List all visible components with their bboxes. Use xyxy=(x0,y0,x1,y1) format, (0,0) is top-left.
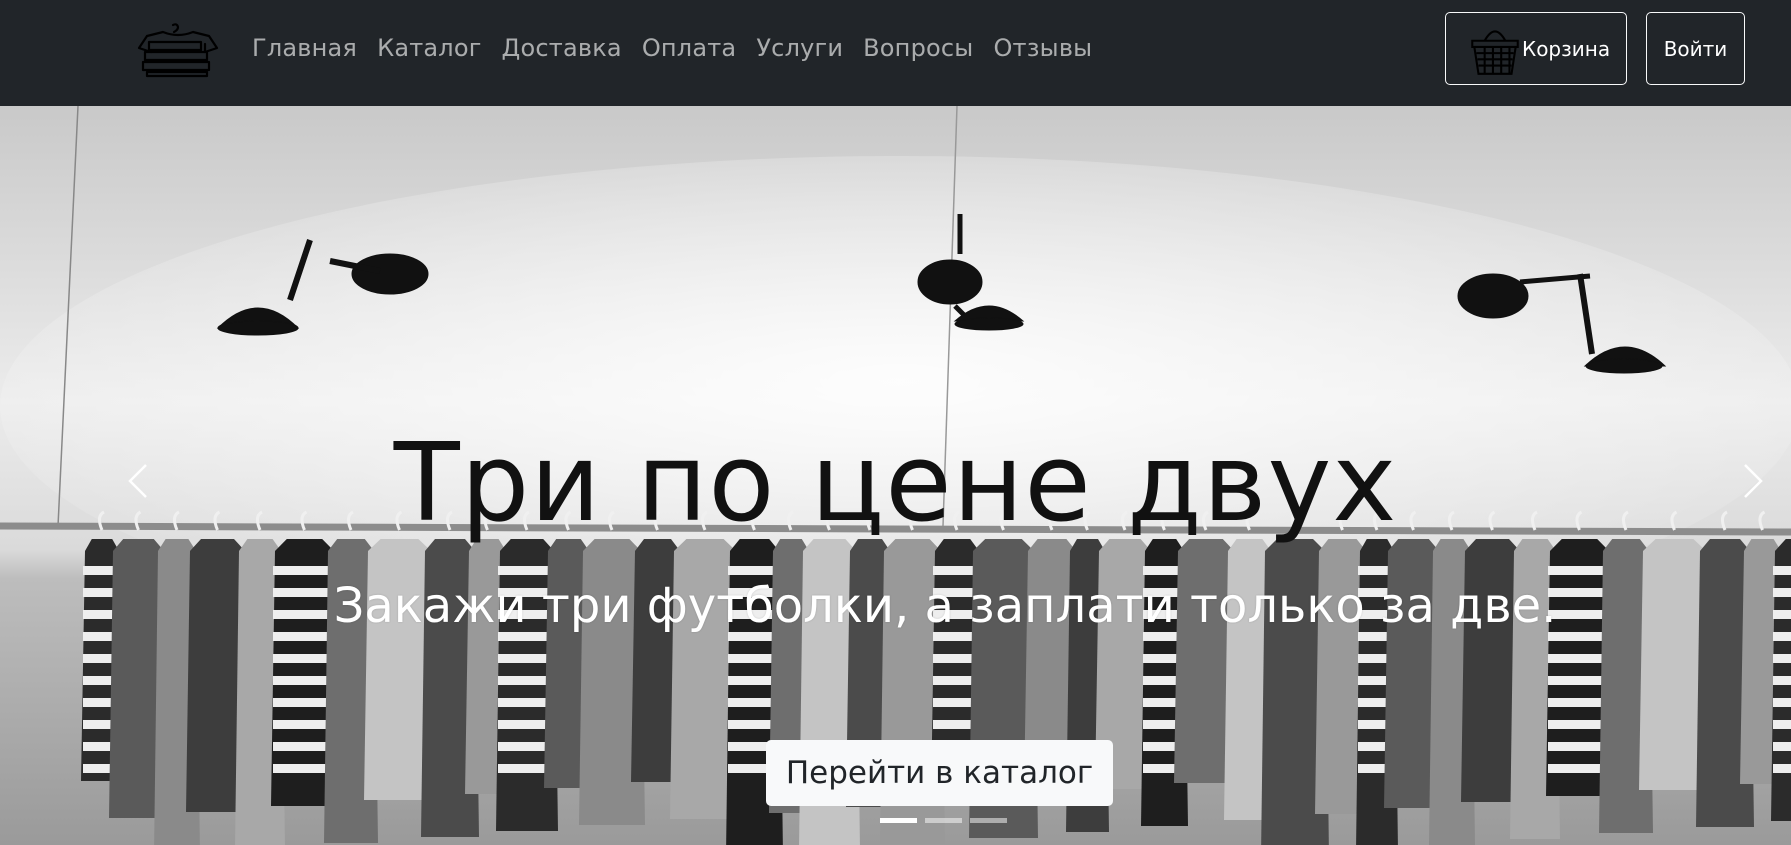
cart-button[interactable]: Корзина xyxy=(1445,12,1627,85)
carousel-indicators xyxy=(880,818,1007,823)
nav-links: Главная Каталог Доставка Оплата Услуги В… xyxy=(252,30,1102,66)
nav-link-payment[interactable]: Оплата xyxy=(632,30,747,66)
carousel-indicator[interactable] xyxy=(970,818,1007,823)
navbar: Главная Каталог Доставка Оплата Услуги В… xyxy=(0,0,1791,106)
hero-text: Закажи три футболки, а заплати только за… xyxy=(333,578,1557,634)
nav-link-delivery[interactable]: Доставка xyxy=(492,30,632,66)
hero-carousel: Три по цене двух Закажи три футболки, а … xyxy=(0,106,1791,845)
go-to-catalog-button[interactable]: Перейти в каталог xyxy=(766,740,1113,806)
nav-link-home[interactable]: Главная xyxy=(252,30,367,66)
basket-icon xyxy=(1471,29,1519,75)
login-button[interactable]: Войти xyxy=(1646,12,1745,85)
hero-title: Три по цене двух xyxy=(393,421,1398,546)
nav-link-faq[interactable]: Вопросы xyxy=(853,30,983,66)
nav-link-reviews[interactable]: Отзывы xyxy=(983,30,1102,66)
carousel-indicator[interactable] xyxy=(880,818,917,823)
carousel-indicator[interactable] xyxy=(925,818,962,823)
nav-link-services[interactable]: Услуги xyxy=(746,30,853,66)
nav-link-catalog[interactable]: Каталог xyxy=(367,30,491,66)
cart-label: Корзина xyxy=(1522,36,1611,61)
tshirt-logo-icon[interactable] xyxy=(133,22,223,78)
